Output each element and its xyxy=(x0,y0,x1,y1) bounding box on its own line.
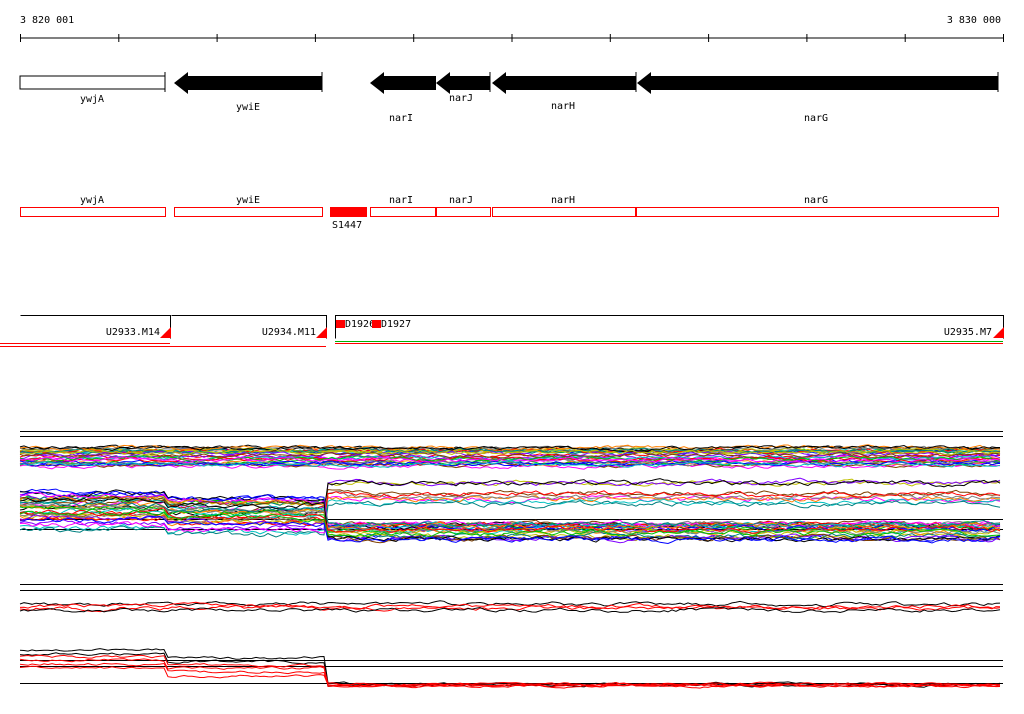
annotation-label-narJ: narJ xyxy=(449,195,473,206)
annotation-box-narI[interactable] xyxy=(370,207,436,217)
segment-label-U2933-M14: U2933.M14 xyxy=(106,327,160,338)
annotation-feature-s1447[interactable] xyxy=(330,207,367,217)
gene-ywjA[interactable] xyxy=(19,75,166,90)
annotation-label-ywiE: ywiE xyxy=(236,195,260,206)
marker-label-d1927: D1927 xyxy=(381,319,411,330)
gene-label-narH: narH xyxy=(551,101,575,112)
gene-label-narJ: narJ xyxy=(449,93,473,104)
annotation-box-ywiE[interactable] xyxy=(174,207,323,217)
annotation-label-ywjA: ywjA xyxy=(80,195,104,206)
segment-U2935-M7[interactable] xyxy=(335,315,1004,339)
annotation-box-narG[interactable] xyxy=(636,207,999,217)
gene-label-ywiE: ywiE xyxy=(236,102,260,113)
gene-label-ywjA: ywjA xyxy=(80,94,104,105)
segment-label-U2934-M11: U2934.M11 xyxy=(262,327,316,338)
genome-browser-view: 3 820 001 3 830 000 ywjA ywiE narI narJ … xyxy=(0,15,1004,689)
segment-label-U2935-M7: U2935.M7 xyxy=(944,327,992,338)
annotation-track: ywjA ywiE narI narJ narH narG S1447 xyxy=(20,195,999,231)
signal-trace xyxy=(19,652,1001,688)
signal-track-1 xyxy=(19,584,1003,614)
gene-narJ[interactable] xyxy=(436,72,490,94)
annotation-box-narJ[interactable] xyxy=(436,207,491,217)
ruler-end-label: 3 830 000 xyxy=(947,15,1001,26)
ruler-start-label: 3 820 001 xyxy=(20,15,74,26)
gene-narG[interactable] xyxy=(637,72,998,94)
gene-label-narG: narG xyxy=(804,113,828,124)
annotation-box-ywjA[interactable] xyxy=(20,207,166,217)
marker-d1927[interactable] xyxy=(372,320,381,328)
annotation-box-narH[interactable] xyxy=(492,207,636,217)
annotation-label-narG: narG xyxy=(804,195,828,206)
gene-track: ywjA ywiE narI narJ narH narG xyxy=(19,72,999,124)
marker-d1926[interactable] xyxy=(336,320,345,328)
gene-label-narI: narI xyxy=(389,113,413,124)
expression-signal-track xyxy=(19,431,1003,545)
marker-label-d1926: D1926 xyxy=(345,319,375,330)
segment-track: U2933.M14 U2934.M11 U2935.M7 D1926 D1927 xyxy=(0,315,1004,347)
gene-narH[interactable] xyxy=(492,72,636,94)
gene-ywiE[interactable] xyxy=(174,72,322,94)
annotation-label-narH: narH xyxy=(551,195,575,206)
gene-narI[interactable] xyxy=(370,72,436,94)
annotation-feature-label: S1447 xyxy=(332,220,362,231)
signal-track-2 xyxy=(19,648,1003,689)
annotation-label-narI: narI xyxy=(389,195,413,206)
coordinate-ruler: 3 820 001 3 830 000 xyxy=(20,15,1004,42)
